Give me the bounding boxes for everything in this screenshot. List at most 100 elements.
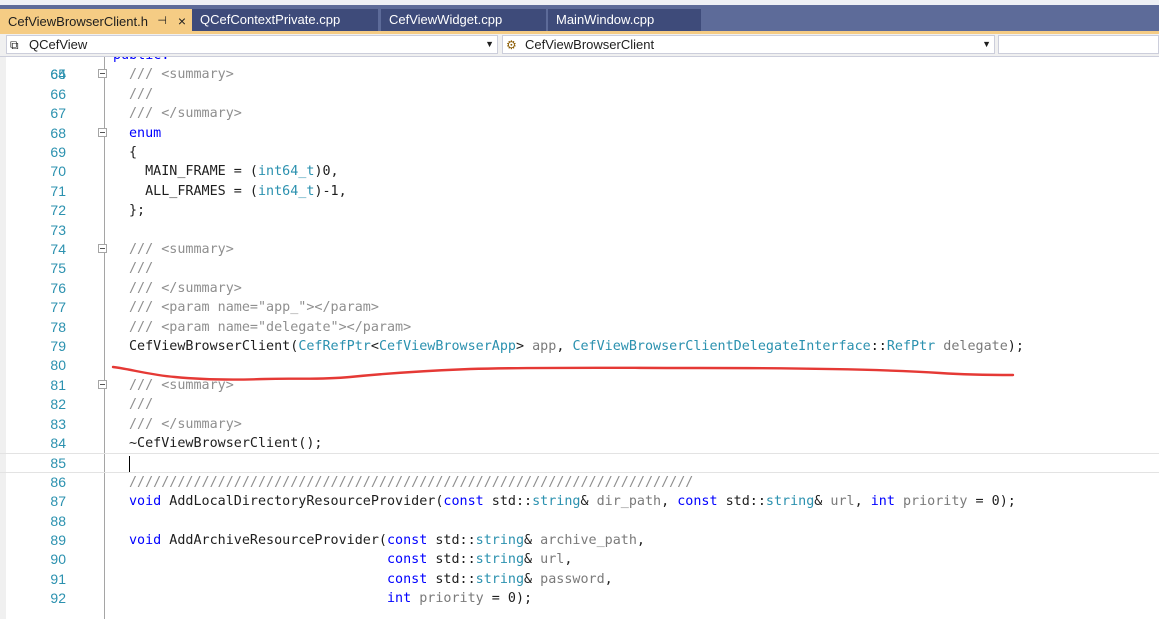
- code-line[interactable]: 67 /// </summary>: [0, 104, 1159, 123]
- code-line[interactable]: 91 const std::string& password,: [0, 570, 1159, 589]
- code-text: /// </summary>: [129, 104, 242, 123]
- code-text: void AddLocalDirectoryResourceProvider(c…: [129, 492, 1016, 511]
- code-line[interactable]: 70 MAIN_FRAME = (int64_t)0,: [0, 162, 1159, 181]
- line-number: 76: [50, 279, 66, 296]
- code-token: /// </summary>: [129, 280, 242, 296]
- line-number: 73: [50, 221, 66, 238]
- code-line[interactable]: 86 //////////////////////////////////////…: [0, 473, 1159, 492]
- code-line[interactable]: 84 ~CefViewBrowserClient();: [0, 434, 1159, 453]
- line-number: 89: [50, 532, 66, 548]
- code-token: url: [830, 494, 855, 510]
- code-line[interactable]: 90 const std::string& url,: [0, 550, 1159, 569]
- code-line[interactable]: 83 /// </summary>: [0, 415, 1159, 434]
- code-line[interactable]: 85: [0, 453, 1159, 473]
- collapse-toggle-icon[interactable]: [98, 69, 107, 79]
- code-line[interactable]: 73: [0, 221, 1159, 240]
- line-number: 83: [50, 415, 66, 432]
- code-token: ::: [870, 339, 887, 354]
- code-line[interactable]: 66 ///: [0, 85, 1159, 104]
- code-token: ///: [129, 86, 154, 102]
- code-text: };: [129, 201, 145, 220]
- tab-cefviewwidget-cpp[interactable]: CefViewWidget.cpp: [381, 9, 546, 31]
- code-token: ////////////////////////////////////////…: [129, 474, 694, 490]
- line-number: 68: [50, 124, 66, 141]
- code-line[interactable]: 80: [0, 356, 1159, 375]
- line-number: 71: [50, 182, 66, 199]
- code-token: CefViewBrowserApp: [378, 339, 516, 354]
- close-icon[interactable]: ×: [178, 9, 186, 34]
- code-line[interactable]: 71 ALL_FRAMES = (int64_t)-1,: [0, 182, 1159, 201]
- code-text: CefViewBrowserClient(CefRefPtr<CefViewBr…: [129, 337, 1024, 356]
- code-text: /// <param name="delegate"></param>: [129, 318, 411, 337]
- chevron-down-icon[interactable]: ▼: [485, 36, 494, 53]
- code-token: = 0);: [483, 591, 533, 607]
- tab-label: QCefContextPrivate.cpp: [200, 12, 341, 27]
- line-number: 81: [50, 376, 66, 393]
- code-token: app: [532, 339, 557, 354]
- tab-label: MainWindow.cpp: [556, 12, 655, 27]
- code-line[interactable]: 87 void AddLocalDirectoryResourceProvider…: [0, 492, 1159, 511]
- code-line[interactable]: 92 int priority = 0);: [0, 589, 1159, 608]
- code-line-partial-bottom[interactable]: 93: [0, 608, 1159, 619]
- class-icon: ⚙: [506, 38, 517, 52]
- navigation-bar: ⧉ QCefView ▼ ⚙ CefViewBrowserClient ▼: [0, 34, 1159, 57]
- tab-cefviewbrowserclient-h[interactable]: CefViewBrowserClient.h ⊣ ×: [0, 9, 193, 34]
- code-text: MAIN_FRAME = (int64_t)0,: [129, 162, 339, 181]
- code-text: void AddArchiveResourceProvider(const st…: [129, 531, 645, 550]
- code-line[interactable]: 79 CefViewBrowserClient(CefRefPtr<CefView…: [0, 337, 1159, 356]
- collapse-toggle-icon[interactable]: [98, 379, 107, 389]
- code-line[interactable]: 72};: [0, 201, 1159, 220]
- code-token: priority: [419, 591, 484, 607]
- code-token: url: [540, 552, 565, 568]
- code-token: password: [540, 571, 605, 587]
- collapse-toggle-icon[interactable]: [98, 244, 107, 253]
- tab-label: CefViewBrowserClient.h: [8, 14, 148, 29]
- code-token: &: [524, 552, 541, 568]
- tab-qcefcontextprivate-cpp[interactable]: QCefContextPrivate.cpp: [192, 9, 378, 31]
- code-token: CefRefPtr: [298, 339, 371, 354]
- code-token: string: [532, 494, 581, 510]
- code-line[interactable]: 78 /// <param name="delegate"></param>: [0, 318, 1159, 337]
- code-token: string: [475, 571, 525, 587]
- code-line[interactable]: 88: [0, 512, 1159, 531]
- code-line[interactable]: 89 void AddArchiveResourceProvider(const …: [0, 531, 1159, 550]
- code-text: /// </summary>: [129, 415, 242, 434]
- line-number: 91: [50, 570, 66, 587]
- code-line[interactable]: 69 {: [0, 143, 1159, 162]
- function-dropdown[interactable]: [998, 35, 1159, 54]
- code-text: const std::string& url,: [129, 550, 572, 569]
- visual-studio-editor-window: CefViewBrowserClient.h ⊣ × QCefContextPr…: [0, 0, 1159, 619]
- pin-icon[interactable]: ⊣: [157, 9, 167, 34]
- code-line[interactable]: 77 /// <param name="app_"></param>: [0, 298, 1159, 317]
- code-token: std::: [427, 533, 476, 548]
- line-number: 69: [50, 144, 66, 160]
- code-line-partial-top[interactable]: 64 public:: [0, 57, 1159, 82]
- code-line[interactable]: 75 ///: [0, 259, 1159, 278]
- chevron-down-icon[interactable]: ▼: [982, 36, 991, 53]
- member-dropdown[interactable]: ⚙ CefViewBrowserClient ▼: [502, 35, 995, 54]
- code-line[interactable]: 76 /// </summary>: [0, 279, 1159, 298]
- code-line[interactable]: 65 /// <summary>: [0, 65, 1159, 84]
- code-line[interactable]: 81 /// <summary>: [0, 376, 1159, 395]
- collapse-toggle-icon[interactable]: [98, 127, 107, 137]
- code-token: {: [129, 145, 138, 160]
- code-token: int: [870, 494, 895, 510]
- tab-mainwindow-cpp[interactable]: MainWindow.cpp: [548, 9, 701, 31]
- code-token: ,: [854, 494, 871, 510]
- code-line[interactable]: 68 enum: [0, 124, 1159, 143]
- code-token: &: [580, 494, 597, 510]
- code-token: );: [1007, 339, 1024, 354]
- code-token: const: [386, 571, 428, 587]
- code-token: CefViewBrowserClient(: [129, 339, 299, 354]
- code-line[interactable]: 82 ///: [0, 395, 1159, 414]
- code-line[interactable]: 74 /// <summary>: [0, 240, 1159, 259]
- code-token: enum: [129, 125, 162, 141]
- code-token: priority: [902, 494, 968, 510]
- code-editor[interactable]: 64 public: 65 /// <summary> 66 /// 67 /// </s…: [0, 57, 1159, 619]
- scope-dropdown[interactable]: ⧉ QCefView ▼: [6, 35, 498, 54]
- code-token: int64_t: [258, 183, 315, 199]
- code-token: <: [370, 339, 379, 354]
- line-number: 84: [50, 435, 66, 451]
